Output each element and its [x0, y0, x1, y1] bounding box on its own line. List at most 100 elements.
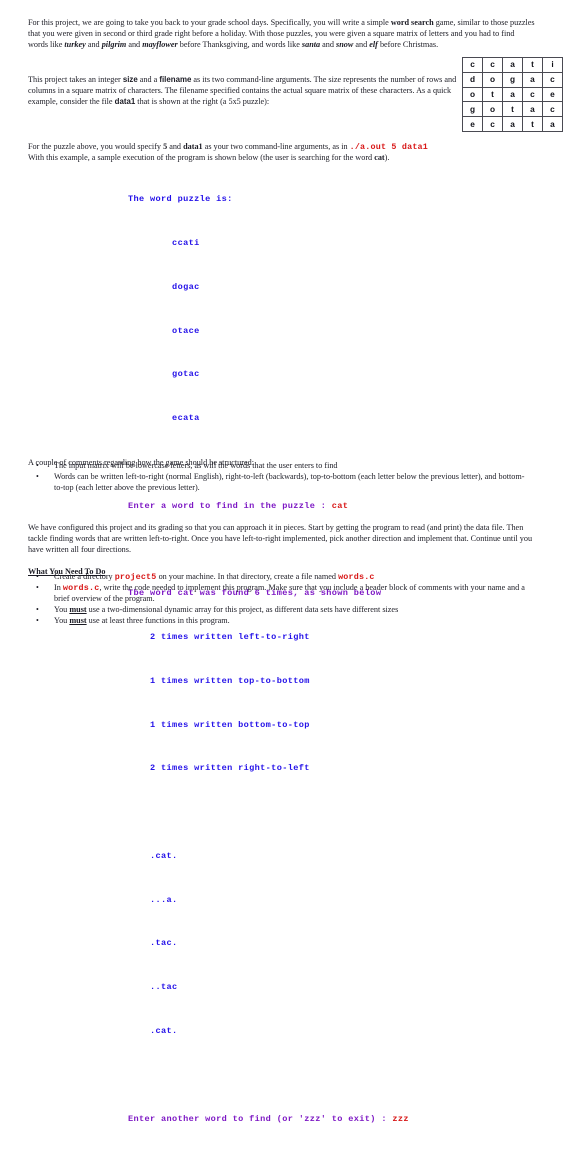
console-header: The word puzzle is: — [128, 194, 233, 205]
grid-cell: g — [462, 101, 483, 118]
grid-cell: o — [462, 86, 483, 103]
assignment-page: For this project, we are going to take y… — [0, 0, 563, 1124]
console-count-line: 2 times written left-to-right — [128, 632, 310, 642]
puzzle-grid: c c a t i d o g a c o t a c e g o t a c … — [462, 57, 563, 132]
grid-cell: e — [541, 86, 563, 103]
usage-data1-value: data1 — [183, 142, 203, 152]
grid-cell: a — [522, 71, 543, 88]
todo-b2-text-a: In — [54, 582, 63, 592]
console-puzzle-line: ecata — [128, 413, 200, 424]
console-puzzle-line: ccati — [128, 237, 200, 248]
grid-cell: e — [462, 116, 483, 132]
comments-bullet-2: Words can be written left-to-right (norm… — [54, 471, 525, 492]
table-row: e c a t a — [462, 116, 563, 132]
console-spacer — [128, 1068, 409, 1083]
intro-santa: santa — [301, 40, 321, 49]
todo-b1-text-b: on your machine. In that directory, crea… — [156, 572, 339, 581]
intro-turkey: turkey — [64, 40, 86, 49]
args-size-keyword: size — [122, 75, 138, 85]
grid-cell: c — [541, 101, 563, 118]
grid-cell: c — [541, 71, 563, 88]
grid-cell: t — [502, 101, 523, 118]
intro-text-d: and — [126, 40, 143, 49]
todo-b3-text-b: use a two-dimensional dynamic array for … — [86, 604, 399, 614]
console-transcript: The word puzzle is: ccati dogac otace go… — [128, 163, 409, 1155]
todo-wordsc-file: words.c — [62, 582, 100, 593]
list-item: • Create a directory project5 on your mac… — [28, 572, 528, 583]
grid-cell: t — [522, 57, 543, 73]
args-text-a: This project takes an integer — [28, 75, 123, 85]
args-text-d: that is shown at the right (a 5x5 puzzle… — [135, 97, 270, 106]
console-prompt-another-input: zzz — [392, 1113, 409, 1124]
todo-b3-text-a: You — [54, 604, 70, 614]
usage-cat-word: cat — [374, 153, 385, 163]
usage-text-e: ). — [384, 153, 390, 163]
paragraph-arguments: This project takes an integer size and a… — [28, 75, 458, 108]
bullet-icon: • — [36, 572, 39, 581]
list-item: • You must use a two-dimensional dynamic … — [28, 605, 528, 616]
console-count-line: 1 times written bottom-to-top — [128, 719, 310, 730]
usage-text-c: as your two command-line arguments, as i… — [202, 142, 350, 152]
letter-grid-table: c c a t i d o g a c o t a c e g o t a c … — [462, 57, 563, 132]
grid-cell: o — [482, 71, 503, 88]
grid-cell: d — [462, 71, 483, 88]
list-item: • You must use at least three functions i… — [28, 616, 528, 627]
todo-b3-must: must — [69, 604, 87, 614]
intro-text-g: and — [353, 40, 370, 49]
table-row: d o g a c — [462, 71, 563, 88]
comments-bullet-1: The input matrix will be lowercase lette… — [54, 461, 338, 470]
table-row: g o t a c — [462, 101, 563, 118]
grid-cell: i — [541, 57, 563, 73]
console-count-line: 2 times written right-to-left — [128, 763, 310, 774]
list-item: • The input matrix will be lowercase lett… — [28, 461, 528, 472]
comments-bullet-list: • The input matrix will be lowercase lett… — [28, 461, 528, 494]
intro-mayflower: mayflower — [142, 40, 178, 49]
bullet-icon: • — [36, 471, 39, 481]
todo-b4-text-a: You — [54, 615, 70, 625]
paragraph-intro: For this project, we are going to take y… — [28, 18, 536, 51]
grid-cell: a — [502, 116, 523, 132]
console-spacer — [128, 805, 409, 820]
console-prompt-word-input: cat — [331, 500, 349, 511]
bullet-icon: • — [36, 461, 39, 470]
intro-snow: snow — [336, 40, 354, 49]
paragraph-approach: We have configured this project and its … — [28, 523, 533, 554]
grid-cell: c — [522, 86, 543, 103]
todo-bullet-list: • Create a directory project5 on your mac… — [28, 572, 528, 627]
intro-text-a: For this project, we are going to take y… — [28, 18, 391, 28]
args-filename-keyword: filename — [159, 75, 192, 85]
console-puzzle-line: dogac — [128, 281, 200, 292]
console-prompt-another: Enter another word to find (or 'zzz' to … — [128, 1112, 409, 1127]
console-count-line: 1 times written top-to-bottom — [128, 675, 310, 686]
bullet-icon: • — [36, 604, 39, 614]
todo-b4-text-b: use at least three functions in this pro… — [86, 615, 230, 625]
console-map-line: ..tac — [128, 982, 178, 993]
usage-text-d: With this example, a sample execution of… — [28, 153, 375, 163]
console-map-line: ...a. — [128, 894, 178, 905]
bullet-icon: • — [36, 582, 39, 592]
console-puzzle-line: gotac — [128, 369, 200, 380]
intro-text-e: before Thanksgiving, and words like — [177, 40, 302, 49]
grid-cell: c — [482, 57, 503, 73]
grid-cell: a — [522, 101, 543, 118]
grid-cell: o — [482, 101, 503, 118]
table-row: o t a c e — [462, 86, 563, 103]
console-map-line: .cat. — [128, 850, 178, 861]
grid-cell: a — [541, 116, 563, 132]
usage-text-a: For the puzzle above, you would specify — [28, 142, 164, 152]
console-map-line: .tac. — [128, 938, 178, 949]
bullet-icon: • — [36, 615, 39, 625]
grid-cell: t — [522, 116, 543, 132]
console-prompt-word-label: Enter a word to find in the puzzle : — [128, 500, 332, 511]
todo-project5-dir: project5 — [114, 572, 157, 582]
args-text-b: and a — [137, 75, 160, 85]
console-map-line: .cat. — [128, 1026, 178, 1037]
intro-pilgrim: pilgrim — [101, 40, 127, 49]
list-item: • In words.c, write the code needed to im… — [28, 583, 528, 605]
grid-cell: g — [502, 71, 523, 88]
command-line-example: ./a.out 5 data1 — [349, 142, 428, 153]
intro-text-c: and — [85, 40, 102, 49]
intro-text-h: before Christmas. — [377, 40, 439, 49]
grid-cell: a — [502, 57, 523, 73]
usage-text-b: and — [167, 142, 184, 152]
